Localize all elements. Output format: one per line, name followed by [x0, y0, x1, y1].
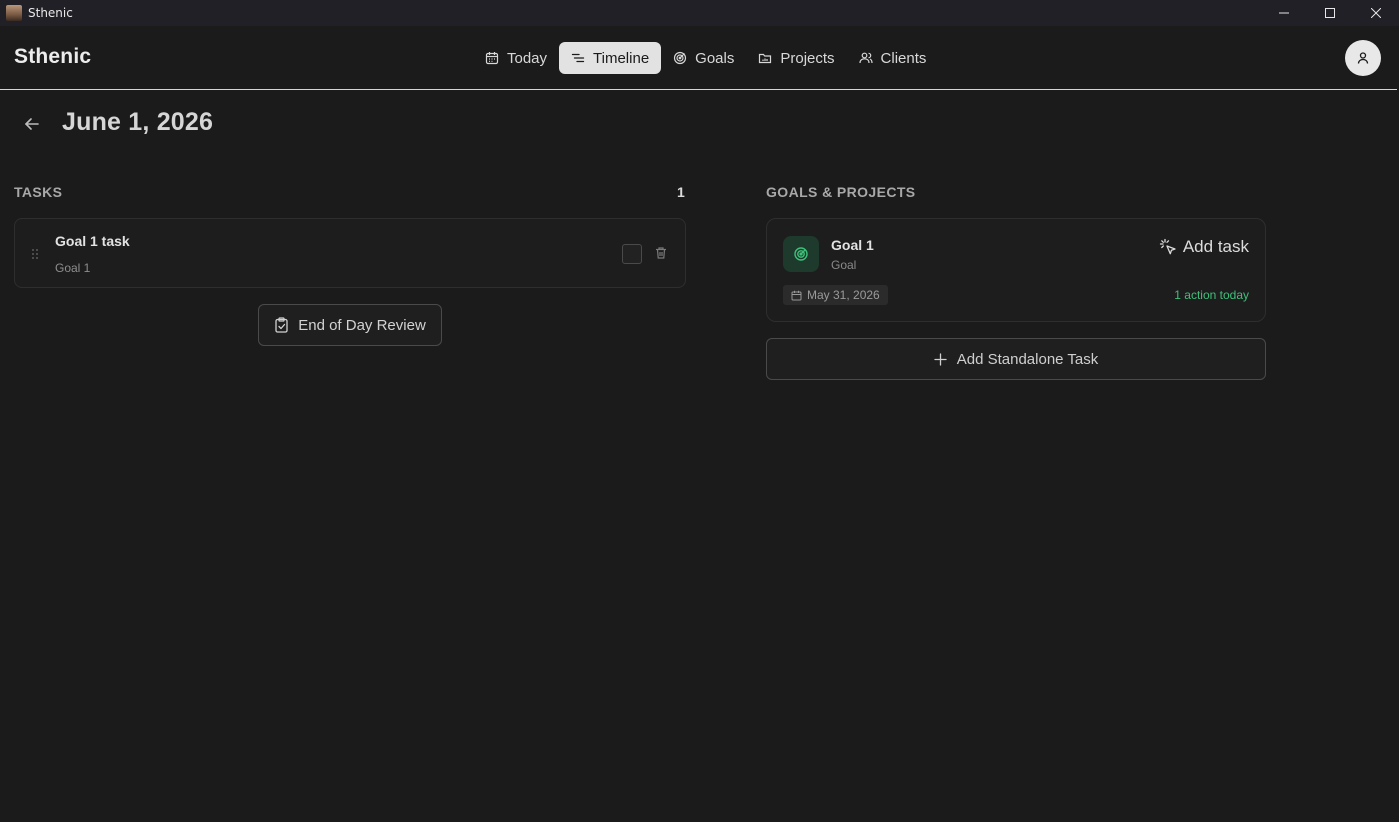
add-task-button[interactable]: Add task — [1159, 237, 1249, 257]
trash-icon[interactable] — [654, 246, 668, 265]
close-icon[interactable] — [1353, 0, 1399, 26]
target-icon — [673, 51, 687, 65]
clipboard-check-icon — [274, 317, 289, 333]
goal-actions-status: 1 action today — [1174, 288, 1249, 302]
goals-projects-section-label: GOALS & PROJECTS — [766, 184, 916, 200]
timeline-icon — [571, 51, 585, 65]
back-button[interactable] — [22, 114, 42, 134]
plus-icon — [934, 352, 947, 366]
task-card[interactable]: Goal 1 task Goal 1 — [14, 218, 686, 288]
nav-today-label: Today — [507, 49, 548, 67]
goal-date-chip: May 31, 2026 — [783, 285, 888, 305]
task-title: Goal 1 task — [55, 233, 130, 249]
app-icon — [6, 5, 22, 21]
add-standalone-task-button[interactable]: Add Standalone Task — [766, 338, 1266, 380]
brand-logo[interactable]: Sthenic — [14, 45, 91, 69]
nav-clients[interactable]: Clients — [847, 42, 939, 74]
calendar-icon — [485, 51, 499, 65]
nav-projects-label: Projects — [780, 49, 835, 67]
app-header: Sthenic Today Timeline Goals Projects Cl… — [0, 26, 1397, 90]
goal-title: Goal 1 — [831, 237, 874, 253]
target-icon — [794, 247, 808, 261]
arrow-left-icon — [25, 118, 39, 130]
avatar[interactable] — [1345, 40, 1381, 76]
maximize-icon[interactable] — [1307, 0, 1353, 26]
page-title: June 1, 2026 — [62, 108, 214, 136]
end-of-day-review-button[interactable]: End of Day Review — [258, 304, 442, 346]
end-of-day-review-label: End of Day Review — [298, 316, 426, 334]
users-icon — [858, 51, 873, 65]
drag-handle-icon[interactable] — [31, 247, 39, 265]
nav-today[interactable]: Today — [473, 42, 559, 74]
goal-type: Goal — [831, 258, 857, 272]
add-task-label: Add task — [1182, 237, 1249, 256]
tasks-section-label: TASKS — [14, 184, 63, 200]
task-goal-name: Goal 1 — [55, 261, 91, 275]
nav-timeline[interactable]: Timeline — [559, 42, 662, 74]
nav-projects[interactable]: Projects — [746, 42, 846, 74]
calendar-icon — [791, 290, 802, 301]
goal-date: May 31, 2026 — [807, 288, 880, 302]
window-title: Sthenic — [28, 6, 73, 20]
task-complete-checkbox[interactable] — [622, 244, 642, 264]
nav-goals-label: Goals — [695, 49, 735, 67]
window-titlebar: Sthenic — [0, 0, 1399, 26]
tasks-count: 1 — [677, 184, 685, 200]
nav-clients-label: Clients — [880, 49, 927, 67]
main-nav: Today Timeline Goals Projects Clients — [473, 42, 938, 74]
goal-card[interactable]: Goal 1 Goal Add task May 31, 2026 1 acti… — [766, 218, 1266, 322]
add-standalone-task-label: Add Standalone Task — [956, 350, 1099, 368]
nav-timeline-label: Timeline — [593, 49, 650, 67]
goal-icon-box — [783, 236, 819, 272]
minimize-icon[interactable] — [1261, 0, 1307, 26]
folder-icon — [758, 51, 772, 65]
nav-goals[interactable]: Goals — [661, 42, 746, 74]
user-icon — [1357, 52, 1369, 64]
window-controls — [1261, 0, 1399, 26]
sparkle-cursor-icon — [1159, 238, 1177, 256]
